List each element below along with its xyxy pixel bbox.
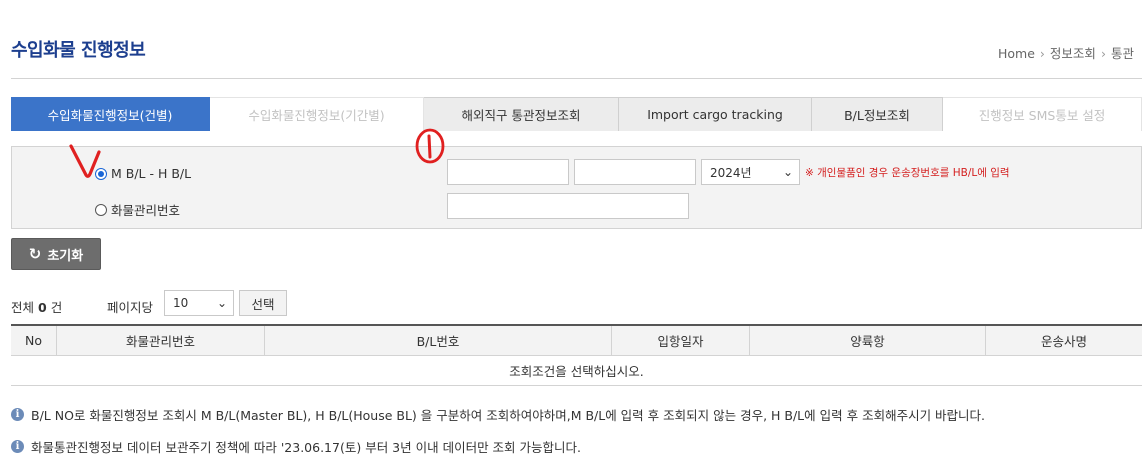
total-number: 0 [38,300,47,315]
total-count: 전체 0 건 [11,297,62,316]
hbl-input[interactable] [574,159,696,185]
page-title: 수입화물 진행정보 [11,40,146,61]
tab-import-cargo-tracking[interactable]: Import cargo tracking [619,97,812,131]
reset-button[interactable]: ↻ 초기화 [11,238,101,270]
annotation-check-mark [69,144,101,178]
search-panel: M B/L - H B/L 화물관리번호 2024년 ⌄ ※ 개인물품인 경우 … [11,146,1142,229]
info-note-text: B/L NO로 화물진행정보 조회시 M B/L(Master BL), H B… [31,408,986,423]
per-page-value: 10 [173,296,189,310]
per-page-label: 페이지당 [107,300,154,315]
tab-import-cargo-by-period[interactable]: 수입화물진행정보(기간별) [210,97,424,131]
per-page-select[interactable]: 10 ⌄ [164,290,234,316]
mbl-input[interactable] [447,159,569,185]
reset-button-label: 초기화 [47,248,84,264]
table-header: No 화물관리번호 B/L번호 입항일자 양륙항 운송사명 [11,324,1142,356]
total-label: 전체 [11,300,35,315]
notice-text: ※ 개인물품인 경우 운송장번호를 HB/L에 입력 [805,167,1010,179]
year-select-value: 2024년 [710,165,752,180]
radio-cargo-button[interactable] [95,203,107,216]
tab-overseas-direct-purchase[interactable]: 해외직구 통관정보조회 [424,97,619,131]
breadcrumb-info[interactable]: 정보조회 [1050,46,1096,61]
breadcrumb-customs[interactable]: 통관 [1111,46,1134,61]
info-note: i B/L NO로 화물진행정보 조회시 M B/L(Master BL), H… [11,405,985,424]
col-arrival-date: 입항일자 [612,326,750,355]
title-divider [11,78,1142,79]
col-no: No [11,326,57,355]
col-cargo-number: 화물관리번호 [57,326,265,355]
table-empty-row: 조회조건을 선택하십시오. [11,356,1142,386]
cargo-number-input[interactable] [447,193,689,219]
total-unit: 건 [50,300,63,315]
radio-cargo-label: 화물관리번호 [111,203,181,218]
refresh-icon: ↻ [28,245,42,263]
info-icon: i [11,440,24,453]
radio-cargo-option[interactable]: 화물관리번호 [95,200,180,219]
info-note-text: 화물통관진행정보 데이터 보관주기 정책에 따라 '23.06.17(토) 부터… [31,440,581,455]
col-unloading-port: 양륙항 [750,326,986,355]
breadcrumb-home[interactable]: Home [998,46,1035,61]
info-icon: i [11,408,24,421]
chevron-right-icon: › [1100,46,1106,61]
chevron-right-icon: › [1039,46,1045,61]
tab-sms-notification[interactable]: 진행정보 SMS통보 설정 [943,97,1142,131]
col-carrier-name: 운송사명 [1040,334,1087,349]
year-select[interactable]: 2024년 ⌄ [701,159,800,185]
chevron-down-icon: ⌄ [782,165,793,179]
select-button[interactable]: 선택 [239,290,287,316]
tab-bl-info[interactable]: B/L정보조회 [812,97,943,131]
radio-bl-label: M B/L - H B/L [111,166,192,181]
chevron-down-icon: ⌄ [216,296,227,310]
col-bl-number: B/L번호 [265,326,612,355]
annotation-circled-one [415,128,445,164]
breadcrumb: Home › 정보조회 › 통관 [998,43,1134,62]
results-table: No 화물관리번호 B/L번호 입항일자 양륙항 운송사명 조회조건을 선택하십… [11,324,1142,386]
tab-import-cargo-by-item[interactable]: 수입화물진행정보(건별) [11,97,210,131]
tab-bar: 수입화물진행정보(건별) 수입화물진행정보(기간별) 해외직구 통관정보조회 I… [11,97,1142,131]
info-note: i 화물통관진행정보 데이터 보관주기 정책에 따라 '23.06.17(토) … [11,437,581,456]
